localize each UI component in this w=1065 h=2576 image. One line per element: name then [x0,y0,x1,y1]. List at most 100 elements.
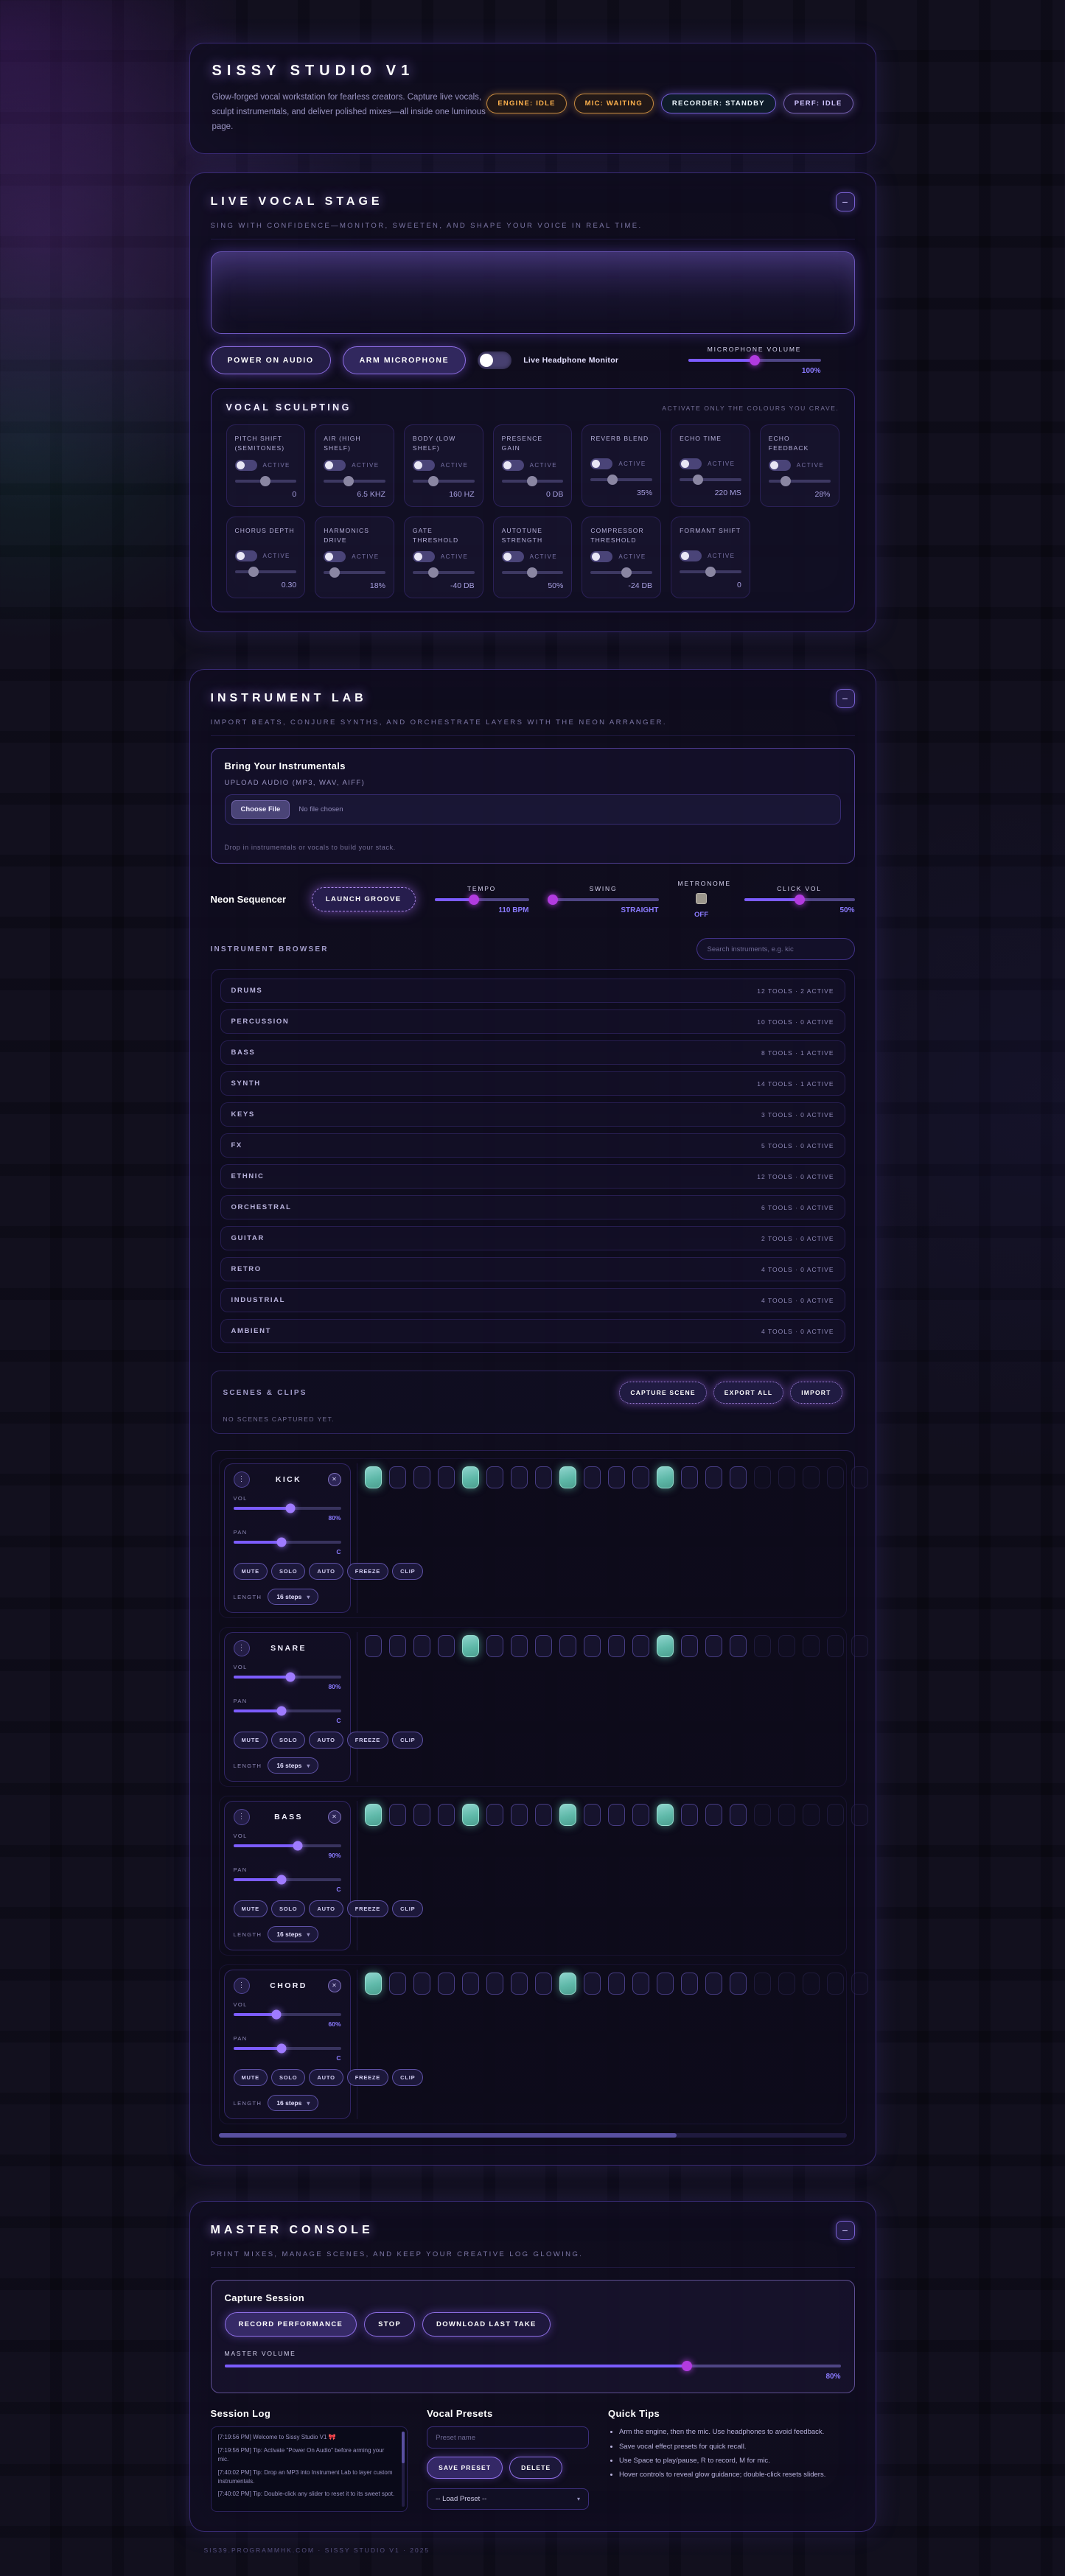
effect-active-toggle[interactable] [680,458,702,469]
effect-active-toggle[interactable] [235,550,257,561]
instrument-category-row[interactable]: FX 5 TOOLS · 0 ACTIVE [220,1133,845,1158]
effect-slider[interactable] [590,571,652,574]
step-cell[interactable] [462,1635,479,1657]
master-volume-slider[interactable] [225,2365,841,2367]
effect-active-toggle[interactable] [502,460,524,471]
load-preset-select[interactable]: -- Load Preset -- ▾ [427,2488,589,2510]
auto-button[interactable]: AUTO [309,1732,343,1749]
step-cell[interactable] [778,1635,795,1657]
drag-handle-icon[interactable]: ⋮ [234,1640,250,1656]
freeze-button[interactable]: FREEZE [347,1732,388,1749]
mute-button[interactable]: MUTE [234,1563,268,1580]
step-cell[interactable] [389,1804,406,1826]
effect-active-toggle[interactable] [769,460,791,471]
step-cell[interactable] [389,1635,406,1657]
step-cell[interactable] [851,1804,868,1826]
step-cell[interactable] [462,1973,479,1995]
effect-active-toggle[interactable] [680,550,702,561]
step-cell[interactable] [438,1973,455,1995]
track-pan-slider[interactable] [234,1878,341,1881]
effect-active-toggle[interactable] [502,551,524,562]
instrument-category-row[interactable]: PERCUSSION 10 TOOLS · 0 ACTIVE [220,1009,845,1034]
swing-slider[interactable] [548,898,659,901]
record-performance-button[interactable]: RECORD PERFORMANCE [225,2312,357,2337]
effect-active-toggle[interactable] [590,551,612,562]
step-cell[interactable] [438,1635,455,1657]
track-sound-icon[interactable]: ✕ [328,1473,341,1486]
step-cell[interactable] [657,1635,674,1657]
instrument-category-row[interactable]: SYNTH 14 TOOLS · 1 ACTIVE [220,1071,845,1096]
step-cell[interactable] [413,1804,430,1826]
step-cell[interactable] [584,1466,601,1488]
step-cell[interactable] [754,1466,771,1488]
length-select[interactable]: 16 steps▾ [268,1926,318,1942]
session-log-box[interactable]: [7:19:56 PM] Welcome to Sissy Studio V1 … [211,2426,408,2512]
instrument-search-input[interactable] [696,938,855,960]
import-button[interactable]: IMPORT [790,1382,842,1404]
step-cell[interactable] [438,1466,455,1488]
track-volume-slider[interactable] [234,1676,341,1679]
step-cell[interactable] [754,1973,771,1995]
effect-slider[interactable] [680,570,741,573]
click-volume-slider[interactable] [744,898,855,901]
launch-groove-button[interactable]: LAUNCH GROOVE [312,887,416,911]
effect-slider[interactable] [413,480,475,483]
step-cell[interactable] [511,1635,528,1657]
effect-slider[interactable] [235,480,297,483]
step-cell[interactable] [827,1466,844,1488]
step-cell[interactable] [389,1466,406,1488]
step-cell[interactable] [827,1635,844,1657]
step-cell[interactable] [559,1973,576,1995]
effect-active-toggle[interactable] [590,458,612,469]
instrument-category-row[interactable]: ETHNIC 12 TOOLS · 0 ACTIVE [220,1164,845,1189]
track-volume-slider[interactable] [234,1844,341,1847]
clip-button[interactable]: CLIP [392,1900,423,1917]
auto-button[interactable]: AUTO [309,1563,343,1580]
effect-active-toggle[interactable] [324,551,346,562]
freeze-button[interactable]: FREEZE [347,2069,388,2086]
step-cell[interactable] [608,1466,625,1488]
arm-microphone-button[interactable]: ARM MICROPHONE [343,346,467,374]
step-cell[interactable] [608,1973,625,1995]
step-cell[interactable] [486,1804,503,1826]
step-cell[interactable] [827,1973,844,1995]
save-preset-button[interactable]: SAVE PRESET [427,2457,503,2479]
step-cell[interactable] [803,1973,820,1995]
length-select[interactable]: 16 steps▾ [268,1757,318,1774]
drag-handle-icon[interactable]: ⋮ [234,1978,250,1994]
effect-active-toggle[interactable] [413,551,435,562]
export-all-button[interactable]: EXPORT ALL [713,1382,784,1404]
step-cell[interactable] [632,1635,649,1657]
step-cell[interactable] [681,1466,698,1488]
step-cell[interactable] [778,1973,795,1995]
step-cell[interactable] [511,1973,528,1995]
step-cell[interactable] [778,1466,795,1488]
step-cell[interactable] [511,1466,528,1488]
step-cell[interactable] [365,1466,382,1488]
track-sound-icon[interactable]: ✕ [328,1979,341,1992]
vocal-stage-minimize-button[interactable]: − [836,192,855,211]
step-cell[interactable] [584,1973,601,1995]
step-cell[interactable] [584,1635,601,1657]
effect-slider[interactable] [413,571,475,574]
log-vertical-scrollbar[interactable] [402,2432,405,2507]
mute-button[interactable]: MUTE [234,1732,268,1749]
effect-slider[interactable] [502,571,564,574]
step-cell[interactable] [535,1804,552,1826]
instrument-category-row[interactable]: BASS 8 TOOLS · 1 ACTIVE [220,1040,845,1065]
microphone-volume-slider[interactable] [688,359,821,362]
auto-button[interactable]: AUTO [309,2069,343,2086]
track-sound-icon[interactable]: ✕ [328,1810,341,1824]
step-cell[interactable] [730,1635,747,1657]
step-cell[interactable] [486,1635,503,1657]
step-cell[interactable] [657,1804,674,1826]
step-cell[interactable] [413,1635,430,1657]
metronome-checkbox[interactable] [696,893,707,904]
step-cell[interactable] [413,1466,430,1488]
step-cell[interactable] [559,1635,576,1657]
step-cell[interactable] [705,1804,722,1826]
step-cell[interactable] [584,1804,601,1826]
preset-name-input[interactable] [427,2426,589,2449]
step-cell[interactable] [608,1804,625,1826]
file-input-row[interactable]: Choose File No file chosen [225,794,841,825]
